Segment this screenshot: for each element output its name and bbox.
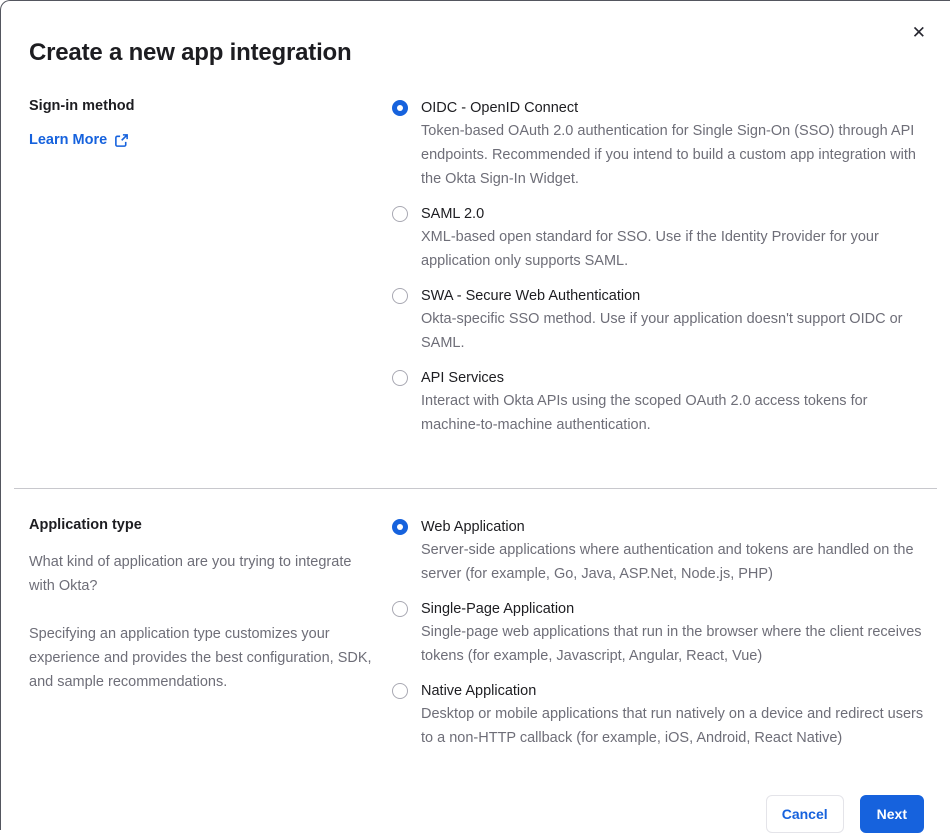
radio-option-title[interactable]: SWA - Secure Web Authentication	[421, 285, 924, 307]
application-type-left-column: Application type What kind of applicatio…	[29, 516, 392, 694]
radio-button-icon[interactable]	[392, 519, 408, 535]
next-button[interactable]: Next	[859, 795, 924, 833]
radio-option[interactable]: SWA - Secure Web Authentication Okta-spe…	[392, 285, 924, 355]
learn-more-link[interactable]: Learn More	[29, 132, 129, 148]
radio-option[interactable]: Native Application Desktop or mobile app…	[392, 680, 924, 750]
cancel-button[interactable]: Cancel	[765, 795, 844, 833]
radio-button-icon[interactable]	[392, 206, 408, 222]
radio-button-icon[interactable]	[392, 100, 408, 116]
radio-option-title[interactable]: API Services	[421, 367, 924, 389]
radio-option[interactable]: Single-Page Application Single-page web …	[392, 598, 924, 668]
application-type-label: Application type	[29, 517, 142, 533]
section-sign-in-method: Sign-in method Learn More OIDC - OpenID …	[29, 97, 924, 449]
create-app-integration-modal: ✕ Create a new app integration Sign-in m…	[0, 0, 950, 833]
radio-option-title[interactable]: OIDC - OpenID Connect	[421, 97, 924, 119]
radio-option-description: Single-page web applications that run in…	[421, 624, 922, 664]
radio-button-icon[interactable]	[392, 370, 408, 386]
external-link-icon	[114, 133, 129, 148]
radio-option[interactable]: OIDC - OpenID Connect Token-based OAuth …	[392, 97, 924, 191]
sign-in-method-label: Sign-in method	[29, 98, 135, 114]
sign-in-method-left-column: Sign-in method Learn More	[29, 97, 392, 149]
close-icon: ✕	[911, 23, 926, 43]
radio-option[interactable]: SAML 2.0 XML-based open standard for SSO…	[392, 203, 924, 273]
radio-button-icon[interactable]	[392, 288, 408, 304]
radio-option-description: Token-based OAuth 2.0 authentication for…	[421, 123, 916, 187]
radio-button-icon[interactable]	[392, 601, 408, 617]
modal-title: Create a new app integration	[29, 39, 352, 66]
radio-option-title[interactable]: Web Application	[421, 516, 924, 538]
radio-option-title[interactable]: Native Application	[421, 680, 924, 702]
learn-more-label: Learn More	[29, 132, 108, 148]
radio-button-icon[interactable]	[392, 683, 408, 699]
section-divider	[14, 488, 937, 489]
application-type-question: What kind of application are you trying …	[29, 554, 352, 594]
radio-option-title[interactable]: Single-Page Application	[421, 598, 924, 620]
radio-option-description: XML-based open standard for SSO. Use if …	[421, 229, 879, 269]
section-application-type: Application type What kind of applicatio…	[29, 516, 924, 762]
modal-footer: Cancel Next	[29, 795, 924, 833]
radio-option[interactable]: API Services Interact with Okta APIs usi…	[392, 367, 924, 437]
application-type-hint: Specifying an application type customize…	[29, 626, 372, 690]
application-type-options: Web Application Server-side applications…	[392, 516, 924, 762]
radio-option-title[interactable]: SAML 2.0	[421, 203, 924, 225]
radio-option[interactable]: Web Application Server-side applications…	[392, 516, 924, 586]
radio-option-description: Desktop or mobile applications that run …	[421, 706, 924, 746]
radio-option-description: Server-side applications where authentic…	[421, 542, 914, 582]
radio-option-description: Interact with Okta APIs using the scoped…	[421, 393, 868, 433]
close-button[interactable]: ✕	[908, 21, 930, 46]
sign-in-method-options: OIDC - OpenID Connect Token-based OAuth …	[392, 97, 924, 449]
radio-option-description: Okta-specific SSO method. Use if your ap…	[421, 311, 903, 351]
